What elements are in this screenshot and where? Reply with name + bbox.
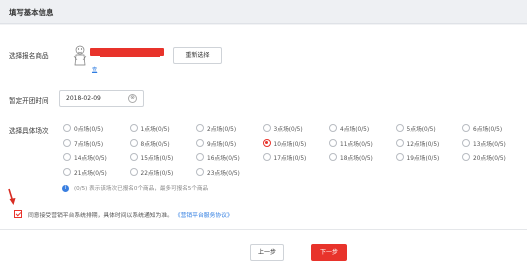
radio-icon[interactable] (129, 167, 138, 176)
start-date-value: 2018-02-09 (66, 95, 101, 102)
session-hint: i (0/5) 表示该场次已报名0个商品，最多可报名5个商品 (62, 184, 208, 192)
next-step-button[interactable]: 下一步 (311, 244, 347, 261)
page-title: 填写基本信息 (9, 8, 54, 17)
radio-icon[interactable] (395, 124, 404, 132)
session-option-label: 3点场(0/5) (273, 127, 303, 133)
session-option-label: 9点场(0/5) (207, 141, 237, 148)
radio-icon[interactable] (395, 138, 404, 147)
session-option-label: 17点场(0/5) (273, 156, 307, 162)
session-option-label: 16点场(0/5) (207, 156, 240, 162)
radio-icon[interactable] (63, 153, 71, 161)
session-hint-text: (0/5) 表示该场次已报名0个商品，最多可报名5个商品 (74, 186, 209, 192)
session-option-label: 14点场(0/5) (74, 156, 107, 162)
session-option-label: 18点场(0/5) (340, 156, 373, 162)
radio-icon[interactable] (129, 138, 138, 147)
agreement-statement: 同意接受营销平台系统排期，具体时间以系统通知为准。 (28, 213, 173, 219)
session-option-label: 4点场(0/5) (340, 127, 370, 133)
session-option-label: 0点场(0/5) (74, 127, 104, 133)
radio-icon[interactable] (462, 138, 470, 147)
product-view-link[interactable]: 查 (92, 66, 97, 73)
radio-icon[interactable] (262, 124, 271, 132)
product-thumbnail (73, 45, 87, 66)
session-option-label: 5点场(0/5) (406, 127, 436, 133)
start-time-label: 暂定开团时间 (9, 97, 49, 105)
radio-icon[interactable] (462, 124, 470, 132)
agreement-link[interactable]: 《营销平台服务协议》 (175, 213, 233, 219)
start-date-field[interactable]: 2018-02-09 ⊗ (59, 90, 144, 107)
radio-icon[interactable] (196, 153, 204, 161)
session-option-label: 2点场(0/5) (207, 127, 237, 133)
redacted-product-info (100, 54, 160, 57)
radio-icon[interactable] (63, 138, 71, 147)
reselect-button[interactable]: 重新选择 (173, 47, 222, 64)
session-option-label: 7点场(0/5) (74, 141, 104, 148)
radio-icon[interactable] (129, 153, 138, 161)
agreement-text: 同意接受营销平台系统排期，具体时间以系统通知为准。 《营销平台服务协议》 (28, 210, 233, 219)
radio-icon[interactable] (395, 153, 404, 161)
arrow-down-icon (8, 188, 16, 205)
session-option-label: 22点场(0/5) (140, 170, 174, 177)
product-label: 选择报名商品 (9, 52, 49, 60)
radio-icon[interactable] (262, 153, 271, 161)
radio-icon[interactable] (196, 138, 204, 147)
radio-icon[interactable] (262, 138, 271, 147)
prev-step-button[interactable]: 上一步 (250, 244, 284, 261)
session-option-label: 15点场(0/5) (140, 156, 174, 162)
info-icon: i (62, 185, 69, 192)
radio-icon[interactable] (129, 124, 138, 132)
radio-icon[interactable] (329, 153, 337, 161)
clear-icon[interactable]: ⊗ (128, 94, 137, 103)
session-option-label: 21点场(0/5) (74, 170, 107, 177)
session-option-label: 1点场(0/5) (140, 127, 170, 133)
session-option-label: 13点场(0/5) (473, 141, 506, 148)
session-option-label: 8点场(0/5) (140, 141, 170, 148)
radio-icon[interactable] (63, 167, 71, 176)
agreement-checkbox[interactable] (14, 210, 22, 218)
session-option-label: 11点场(0/5) (340, 141, 373, 148)
page-header: 填写基本信息 (0, 0, 527, 24)
session-option-label: 20点场(0/5) (473, 156, 506, 162)
session-option-label: 6点场(0/5) (473, 127, 503, 133)
radio-icon[interactable] (329, 138, 337, 147)
radio-icon[interactable] (196, 167, 204, 176)
radio-icon[interactable] (196, 124, 204, 132)
radio-icon[interactable] (63, 124, 71, 132)
session-option-label: 19点场(0/5) (406, 156, 440, 162)
radio-icon[interactable] (329, 124, 337, 132)
radio-icon[interactable] (462, 153, 470, 161)
session-option-label: 12点场(0/5) (406, 141, 440, 148)
session-option-label: 23点场(0/5) (207, 170, 240, 177)
footer-divider (0, 229, 527, 230)
session-label: 选择具体场次 (9, 127, 49, 135)
session-option-label: 10点场(0/5) (273, 141, 307, 148)
